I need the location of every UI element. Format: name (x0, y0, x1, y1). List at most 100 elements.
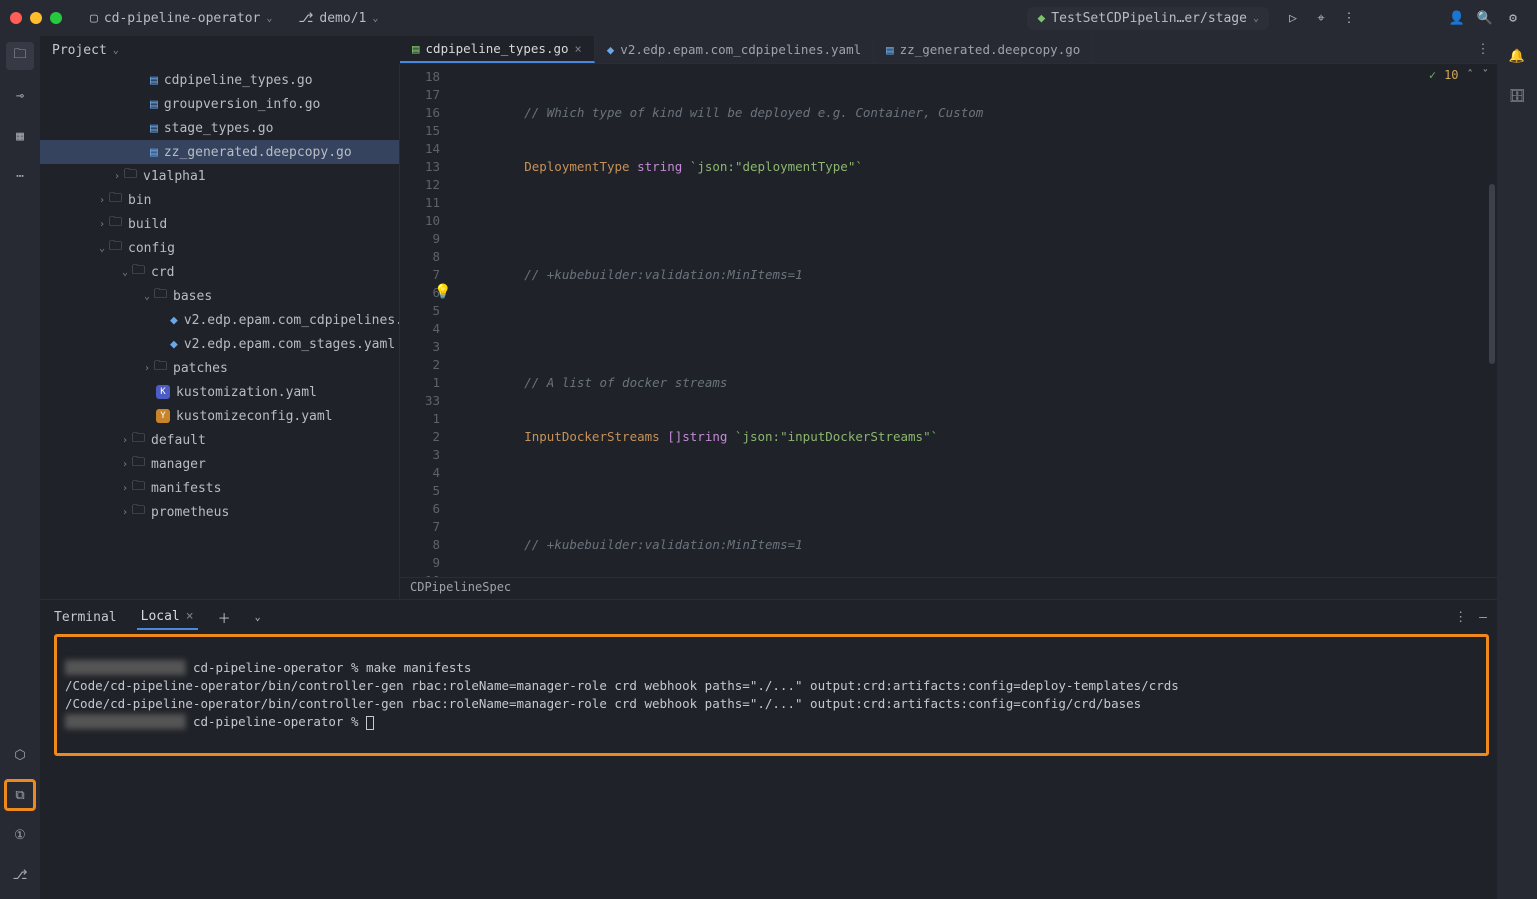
file-name: kustomizeconfig.yaml (176, 409, 333, 424)
file-name: cdpipeline_types.go (164, 73, 313, 88)
tree-folder[interactable]: ⌄🗀crd (40, 260, 399, 284)
tree-folder[interactable]: ›🗀 default (40, 428, 399, 452)
run-config-selector[interactable]: ◆ TestSetCDPipelin…er/stage ⌄ (1027, 7, 1269, 30)
redacted: ████████████████ (65, 714, 185, 729)
editor-inspection-status[interactable]: ✓ 10 ˆ ˇ (1429, 68, 1489, 82)
terminal-tab[interactable]: Terminal (50, 606, 121, 629)
close-icon[interactable] (10, 12, 22, 24)
intention-bulb-icon[interactable]: 💡 (434, 284, 451, 300)
chevron-right-icon: › (95, 219, 109, 230)
tab-label: zz_generated.deepcopy.go (900, 42, 1081, 57)
debug-button[interactable]: ⌖ (1307, 4, 1335, 32)
panel-options-icon[interactable]: ⋮ (1454, 610, 1467, 625)
go-file-icon: ▤ (150, 73, 158, 88)
problems-icon[interactable]: ① (6, 821, 34, 849)
tree-folder[interactable]: ›🗀manifests (40, 476, 399, 500)
tree-file[interactable]: Ykustomizeconfig.yaml (40, 404, 399, 428)
services-icon[interactable]: ⬡ (6, 741, 34, 769)
session-label: Local (141, 609, 180, 624)
search-icon[interactable]: 🔍 (1471, 4, 1499, 32)
code-area[interactable]: // Which type of kind will be deployed e… (448, 64, 1497, 577)
settings-icon[interactable]: ⚙ (1499, 4, 1527, 32)
line-gutter: 1817161514131211109876543213312345678910… (400, 64, 448, 577)
yaml-file-icon: ◆ (170, 337, 178, 352)
new-session-button[interactable]: ＋ (214, 604, 235, 631)
chevron-right-icon: › (140, 363, 154, 374)
tab-options-icon[interactable]: ⋮ (1469, 36, 1497, 63)
code-line: InputDockerStreams (464, 429, 660, 444)
editor-tab[interactable]: ◆ v2.edp.epam.com_cdpipelines.yaml (595, 36, 874, 63)
editor-tab[interactable]: ▤ zz_generated.deepcopy.go (874, 36, 1093, 63)
tree-file[interactable]: ▤ zz_generated.deepcopy.go (40, 140, 399, 164)
editor-breadcrumb[interactable]: CDPipelineSpec (400, 577, 1497, 599)
tree-folder[interactable]: ›🗀patches (40, 356, 399, 380)
window-controls (10, 12, 62, 24)
tree-file[interactable]: ◆v2.edp.epam.com_cdpipelines.yaml (40, 308, 399, 332)
folder-icon: 🗀 (154, 285, 167, 307)
tree-file[interactable]: ▤ cdpipeline_types.go (40, 68, 399, 92)
chevron-down-icon: ⌄ (95, 243, 109, 254)
terminal-tool-icon[interactable]: ⧉ (6, 781, 34, 809)
tree-folder[interactable]: ⌄🗀 bases (40, 284, 399, 308)
close-icon[interactable]: × (186, 609, 194, 624)
go-file-icon: ▤ (412, 41, 420, 56)
minimize-icon[interactable] (30, 12, 42, 24)
structure-tool-icon[interactable]: ▦ (6, 122, 34, 150)
chevron-right-icon: › (118, 435, 132, 446)
go-file-icon: ▤ (150, 145, 158, 160)
kustomization-icon: K (156, 385, 170, 399)
tree-folder[interactable]: ›🗀prometheus (40, 500, 399, 524)
code-with-me-icon[interactable]: 👤 (1443, 4, 1471, 32)
project-selector[interactable]: ▢ cd-pipeline-operator ⌄ (82, 9, 280, 28)
folder-name: default (151, 433, 206, 448)
vcs-icon[interactable]: ⎇ (6, 861, 34, 889)
tree-file[interactable]: ▤groupversion_info.go (40, 92, 399, 116)
code-editor[interactable]: ✓ 10 ˆ ˇ 1817161514131211109876543213312… (400, 64, 1497, 577)
maximize-icon[interactable] (50, 12, 62, 24)
yaml-file-icon: ◆ (170, 313, 178, 328)
chevron-down-icon: ⌄ (140, 291, 154, 302)
hide-panel-icon[interactable]: — (1479, 610, 1487, 625)
tree-file[interactable]: ▤stage_types.go (40, 116, 399, 140)
folder-icon: 🗀 (109, 237, 122, 259)
tab-label: v2.edp.epam.com_cdpipelines.yaml (620, 42, 861, 57)
folder-name: build (128, 217, 167, 232)
tab-label: cdpipeline_types.go (426, 41, 569, 56)
run-config-label: TestSetCDPipelin…er/stage (1051, 11, 1247, 26)
notifications-icon[interactable]: 🔔 (1503, 42, 1531, 70)
close-tab-icon[interactable]: × (575, 42, 582, 56)
more-button[interactable]: ⋮ (1335, 4, 1363, 32)
scrollbar-thumb[interactable] (1489, 184, 1495, 364)
project-panel-header[interactable]: Project ⌄ (40, 36, 400, 64)
terminal-highlight-box: ████████████████ cd-pipeline-operator % … (54, 634, 1489, 756)
tree-folder[interactable]: ›🗀bin (40, 188, 399, 212)
folder-name: prometheus (151, 505, 229, 520)
project-tool-icon[interactable]: 🗀 (6, 42, 34, 70)
breadcrumb-item: CDPipelineSpec (410, 580, 511, 594)
vcs-branch[interactable]: ⎇ demo/1 ⌄ (290, 9, 386, 28)
database-icon[interactable]: 🗄 (1503, 82, 1531, 110)
folder-icon: 🗀 (132, 429, 145, 451)
editor-tab[interactable]: ▤ cdpipeline_types.go × (400, 36, 595, 63)
chevron-up-icon[interactable]: ˆ (1467, 68, 1474, 82)
commit-tool-icon[interactable]: ⊸ (6, 82, 34, 110)
folder-name: bases (173, 289, 212, 304)
tree-folder[interactable]: ›🗀manager (40, 452, 399, 476)
tree-folder[interactable]: ›🗀v1alpha1 (40, 164, 399, 188)
tree-file[interactable]: ◆v2.edp.epam.com_stages.yaml (40, 332, 399, 356)
tree-file[interactable]: Kkustomization.yaml (40, 380, 399, 404)
terminal-output[interactable]: ████████████████ cd-pipeline-operator % … (65, 641, 1478, 749)
tree-folder[interactable]: ›🗀build (40, 212, 399, 236)
yaml-icon: Y (156, 409, 170, 423)
chevron-down-icon: ⌄ (118, 267, 132, 278)
chevron-down-icon[interactable]: ⌄ (251, 608, 265, 627)
tree-folder[interactable]: ⌄🗀config (40, 236, 399, 260)
chevron-down-icon[interactable]: ˇ (1482, 68, 1489, 82)
code-line: // +kubebuilder:validation:MinItems=1 (464, 537, 803, 552)
file-name: zz_generated.deepcopy.go (164, 145, 352, 160)
run-button[interactable]: ▷ (1279, 4, 1307, 32)
folder-name: manifests (151, 481, 221, 496)
terminal-session-tab[interactable]: Local × (137, 605, 198, 630)
folder-icon: 🗀 (154, 357, 167, 379)
more-tool-icon[interactable]: ⋯ (6, 162, 34, 190)
